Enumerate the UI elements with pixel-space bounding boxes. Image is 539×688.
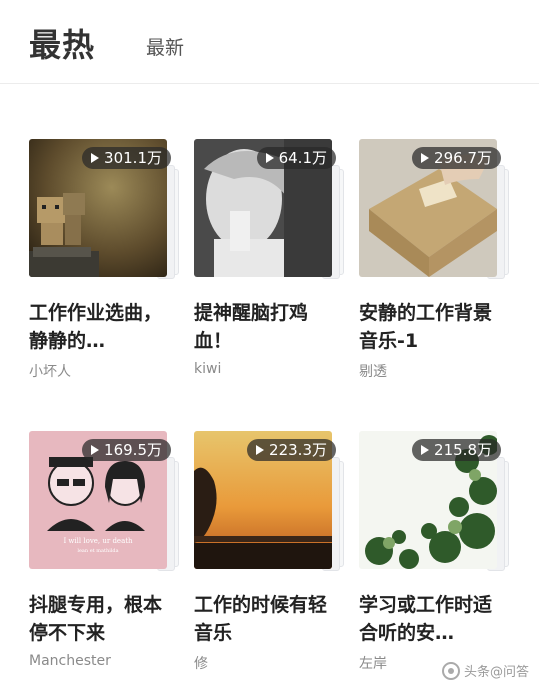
playlist-title[interactable]: 安静的工作背景音乐-1 bbox=[359, 299, 499, 355]
play-count-badge: 301.1万 bbox=[82, 147, 171, 169]
playlist-title[interactable]: 工作的时候有轻音乐 bbox=[194, 591, 334, 647]
playlist-card[interactable]: 301.1万 工作作业选曲，静静的… 小坏人 bbox=[29, 139, 179, 380]
play-count: 223.3万 bbox=[269, 441, 327, 459]
play-icon bbox=[91, 445, 100, 455]
playlist-card[interactable]: 296.7万 安静的工作背景音乐-1 剔透 bbox=[359, 139, 509, 380]
tab-hottest[interactable]: 最热 bbox=[29, 20, 95, 66]
play-count-badge: 296.7万 bbox=[412, 147, 501, 169]
play-count: 301.1万 bbox=[104, 149, 162, 167]
playlist-title[interactable]: 工作作业选曲，静静的… bbox=[29, 299, 169, 355]
playlist-author[interactable]: 剔透 bbox=[359, 361, 387, 381]
play-icon bbox=[91, 153, 100, 163]
cover-art-subtext: lean et mathilda bbox=[77, 548, 118, 554]
playlist-author[interactable]: Manchester bbox=[29, 653, 111, 669]
play-icon bbox=[265, 153, 274, 163]
playlist-title[interactable]: 抖腿专用，根本停不下来 bbox=[29, 591, 169, 647]
playlist-author[interactable]: 修 bbox=[194, 653, 208, 673]
playlist-title[interactable]: 学习或工作时适合听的安… bbox=[359, 591, 499, 647]
playlist-card[interactable]: I will love, ur death lean et mathilda 1… bbox=[29, 431, 179, 669]
watermark: 头条@问答 bbox=[441, 661, 529, 680]
watermark-text: 头条@问答 bbox=[463, 665, 529, 680]
playlist-card[interactable]: 64.1万 提神醒脑打鸡血！ kiwi bbox=[194, 139, 344, 377]
play-count-badge: 223.3万 bbox=[247, 439, 336, 461]
playlist-card[interactable]: 223.3万 工作的时候有轻音乐 修 bbox=[194, 431, 344, 672]
cover-art-text: I will love, ur death bbox=[63, 537, 133, 545]
play-count-badge: 64.1万 bbox=[256, 147, 336, 169]
play-count: 169.5万 bbox=[104, 441, 162, 459]
play-count: 215.8万 bbox=[434, 441, 492, 459]
play-count-badge: 215.8万 bbox=[412, 439, 501, 461]
tab-bar: 最热 最新 bbox=[0, 0, 539, 84]
playlist-author[interactable]: kiwi bbox=[194, 361, 221, 377]
playlist-title[interactable]: 提神醒脑打鸡血！ bbox=[194, 299, 334, 355]
playlist-card[interactable]: 215.8万 学习或工作时适合听的安… 左岸 bbox=[359, 431, 509, 672]
play-icon bbox=[256, 445, 265, 455]
play-count-badge: 169.5万 bbox=[82, 439, 171, 461]
tab-newest[interactable]: 最新 bbox=[146, 33, 184, 60]
play-icon bbox=[421, 445, 430, 455]
play-count: 296.7万 bbox=[434, 149, 492, 167]
toutiao-logo-icon bbox=[441, 661, 460, 680]
playlist-author[interactable]: 小坏人 bbox=[29, 361, 71, 381]
play-count: 64.1万 bbox=[278, 149, 327, 167]
play-icon bbox=[421, 153, 430, 163]
playlist-author[interactable]: 左岸 bbox=[359, 653, 387, 673]
